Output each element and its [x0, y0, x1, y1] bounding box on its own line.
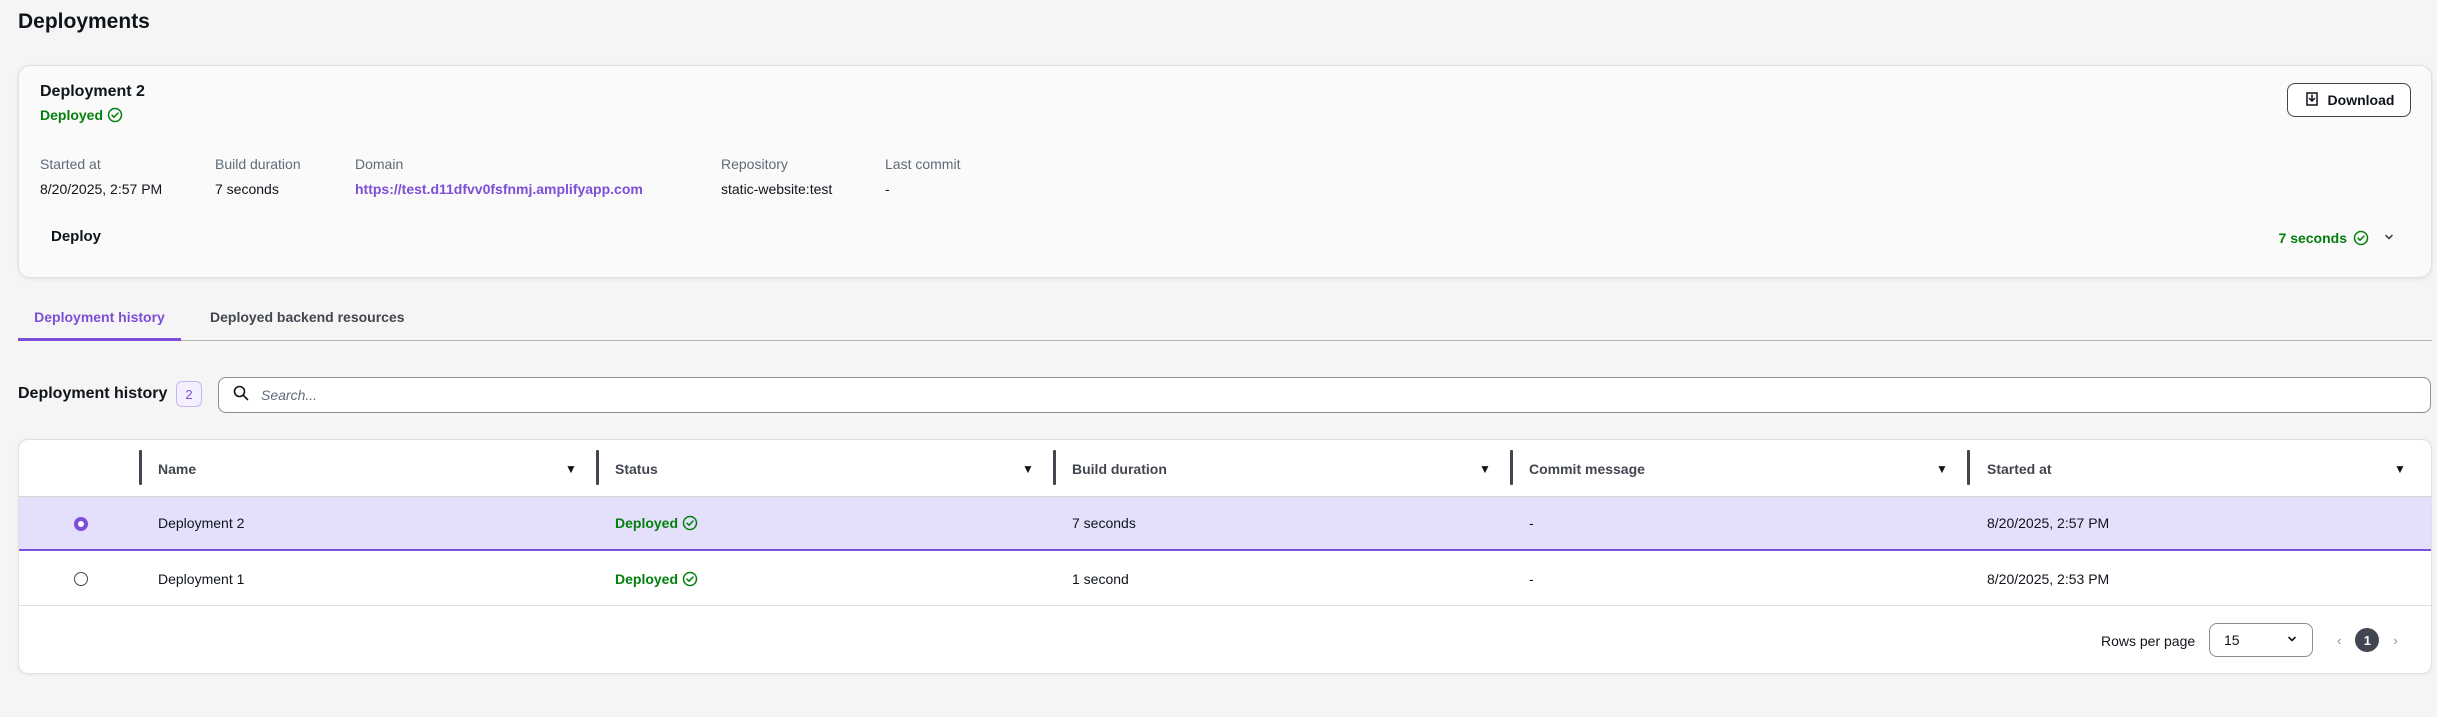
cell-status: Deployed — [615, 552, 698, 605]
history-count-badge: 2 — [176, 381, 202, 407]
download-label: Download — [2327, 92, 2395, 108]
column-header-commit-message[interactable]: Commit message — [1529, 440, 1645, 497]
sort-caret-icon[interactable]: ▼ — [1936, 462, 1948, 476]
cell-name: Deployment 1 — [158, 570, 245, 587]
table-row[interactable]: Deployment 2 Deployed 7 seconds - 8/20/2… — [19, 497, 2431, 551]
cell-build-duration: 7 seconds — [1072, 515, 1136, 531]
history-title: Deployment history — [18, 385, 168, 402]
cell-commit-message: - — [1529, 570, 1534, 587]
build-duration-field: Build duration 7 seconds — [215, 156, 301, 197]
pager-next-icon[interactable]: › — [2393, 633, 2397, 648]
repository-value: static-website:test — [721, 181, 833, 197]
rows-per-page-label: Rows per page — [2101, 633, 2196, 649]
column-divider[interactable] — [1053, 450, 1056, 485]
cell-started-at: 8/20/2025, 2:57 PM — [1987, 515, 2110, 531]
search-input[interactable] — [261, 387, 2261, 403]
deployment-history-table: Name ▼ Status ▼ Build duration ▼ Commit … — [18, 439, 2432, 674]
deploy-step-label: Deploy — [51, 228, 102, 245]
tab-deployment-history[interactable]: Deployment history — [18, 296, 181, 341]
domain-field: Domain https://test.d11dfvv0fsfnmj.ampli… — [355, 156, 643, 197]
status-label: Deployed — [615, 570, 679, 587]
tab-bar: Deployment history Deployed backend reso… — [18, 296, 2432, 341]
column-divider[interactable] — [596, 450, 599, 485]
domain-link[interactable]: https://test.d11dfvv0fsfnmj.amplifyapp.c… — [355, 181, 643, 197]
download-button[interactable]: Download — [2287, 83, 2411, 117]
deployment-status: Deployed — [40, 107, 123, 123]
column-divider[interactable] — [139, 450, 142, 485]
row-select-radio[interactable] — [74, 517, 88, 531]
table-header: Name ▼ Status ▼ Build duration ▼ Commit … — [19, 440, 2431, 497]
domain-label: Domain — [355, 156, 404, 172]
last-commit-value: - — [885, 181, 890, 197]
success-check-icon — [682, 571, 698, 587]
tab-deployed-backend-resources[interactable]: Deployed backend resources — [194, 296, 421, 341]
column-header-name[interactable]: Name — [158, 440, 196, 497]
repository-label: Repository — [721, 156, 788, 172]
table-footer: Rows per page 15 ‹ 1 › — [19, 608, 2431, 673]
deployment-summary-card: Deployment 2 Deployed Download Started a… — [18, 65, 2432, 278]
sort-caret-icon[interactable]: ▼ — [565, 462, 577, 476]
column-divider[interactable] — [1510, 450, 1513, 485]
success-check-icon — [2353, 230, 2369, 246]
column-header-build-duration[interactable]: Build duration — [1072, 440, 1167, 497]
download-icon — [2304, 91, 2320, 110]
search-icon — [233, 385, 249, 406]
sort-caret-icon[interactable]: ▼ — [1022, 462, 1034, 476]
page-title: Deployments — [18, 10, 150, 33]
cell-started-at: 8/20/2025, 2:53 PM — [1987, 570, 2110, 587]
column-divider[interactable] — [1967, 450, 1970, 485]
chevron-down-icon — [2286, 632, 2298, 648]
started-at-label: Started at — [40, 156, 101, 172]
pagination: ‹ 1 › — [2337, 628, 2398, 652]
status-label: Deployed — [615, 515, 679, 531]
success-check-icon — [107, 107, 123, 123]
column-header-started-at[interactable]: Started at — [1987, 440, 2052, 497]
table-row[interactable]: Deployment 1 Deployed 1 second - 8/20/20… — [19, 552, 2431, 606]
rows-per-page-value: 15 — [2224, 632, 2240, 648]
rows-per-page-select[interactable]: 15 — [2209, 623, 2313, 657]
deploy-step-toggle[interactable]: 7 seconds — [2279, 230, 2395, 246]
cell-build-duration: 1 second — [1072, 570, 1129, 587]
success-check-icon — [682, 515, 698, 531]
cell-commit-message: - — [1529, 515, 1534, 531]
repository-field: Repository static-website:test — [721, 156, 832, 197]
page-number-button[interactable]: 1 — [2355, 628, 2380, 652]
pager-prev-icon[interactable]: ‹ — [2337, 633, 2341, 648]
sort-caret-icon[interactable]: ▼ — [2394, 462, 2406, 476]
cell-name: Deployment 2 — [158, 515, 245, 531]
deploy-step-duration: 7 seconds — [2278, 230, 2347, 246]
deployment-title: Deployment 2 — [40, 83, 145, 100]
sort-caret-icon[interactable]: ▼ — [1479, 462, 1491, 476]
build-duration-value: 7 seconds — [215, 181, 279, 197]
started-at-field: Started at 8/20/2025, 2:57 PM — [40, 156, 162, 197]
column-header-status[interactable]: Status — [615, 440, 658, 497]
last-commit-field: Last commit - — [885, 156, 960, 197]
cell-status: Deployed — [615, 497, 698, 549]
started-at-value: 8/20/2025, 2:57 PM — [40, 181, 163, 197]
last-commit-label: Last commit — [885, 156, 961, 172]
status-label: Deployed — [40, 107, 104, 123]
row-select-radio[interactable] — [74, 572, 88, 586]
search-field[interactable] — [218, 377, 2431, 413]
chevron-down-icon[interactable] — [2383, 231, 2395, 246]
build-duration-label: Build duration — [215, 156, 301, 172]
